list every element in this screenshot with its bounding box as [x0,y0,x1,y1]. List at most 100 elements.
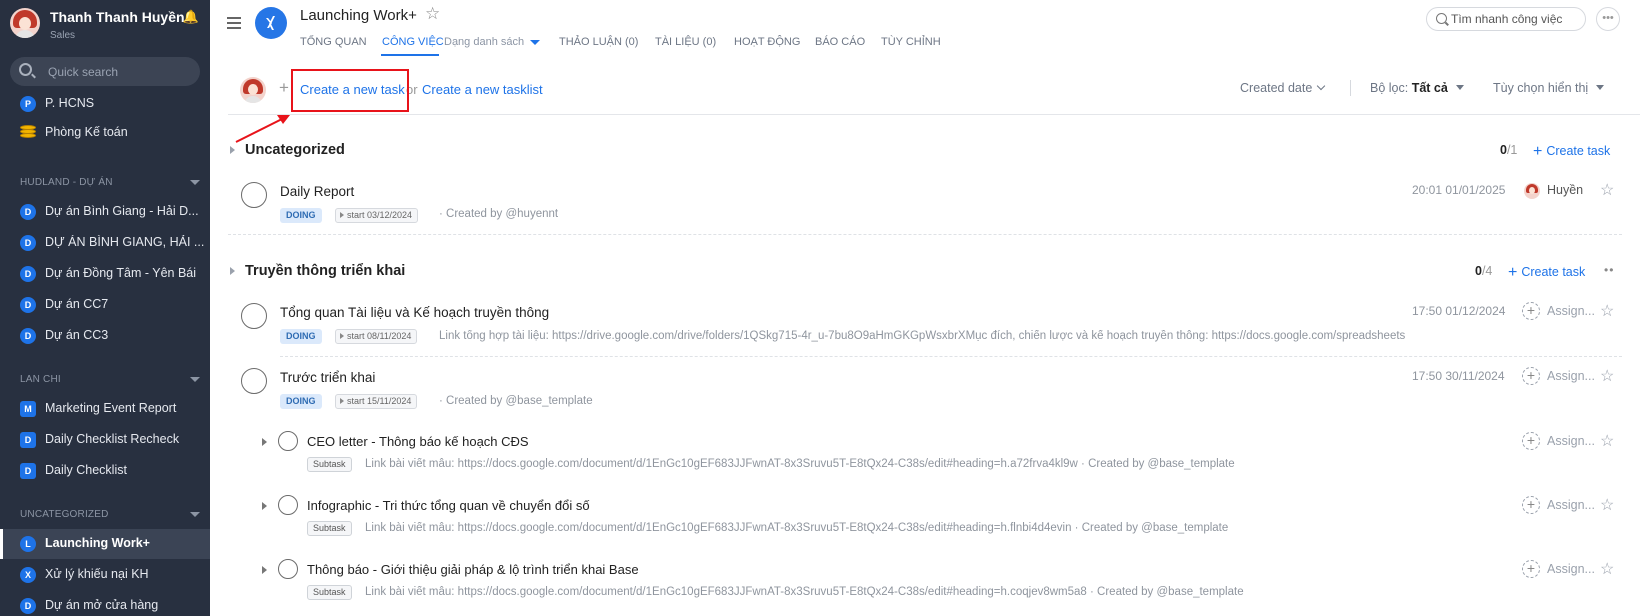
expand-subtask-icon[interactable] [262,502,267,510]
add-assignee-icon[interactable]: + [1522,367,1540,385]
sidebar-section-uncategorized[interactable]: UNCATEGORIZED [20,509,200,520]
sidebar-item-phong-ke-toan[interactable]: Phòng Kế toán [0,118,210,148]
tab-cong-viec[interactable]: CÔNG VIỆC [382,36,444,48]
sidebar-item-project[interactable]: D Dự án mở cửa hàng [0,591,210,616]
sidebar-item-label: Dự án CC7 [45,297,109,311]
create-task-label: Create task [1546,144,1611,158]
project-badge: D [20,598,36,614]
subtask-complete-checkbox[interactable] [278,495,298,515]
sidebar-item-project[interactable]: D Dự án CC7 [0,290,210,320]
collapse-toggle-icon[interactable] [230,146,235,154]
chevron-down-icon[interactable] [190,377,200,382]
expand-subtask-icon[interactable] [262,438,267,446]
caret-right-icon [340,212,344,218]
tab-bao-cao[interactable]: BÁO CÁO [815,36,865,48]
add-assignee-icon[interactable]: + [1522,432,1540,450]
sidebar-item-project[interactable]: D Dự án Bình Giang - Hải D... [0,197,210,227]
sidebar-item-project[interactable]: D Dự án Đồng Tâm - Yên Bái [0,259,210,289]
sidebar-item-launching-work[interactable]: L Launching Work+ [0,529,210,559]
add-assignee-icon[interactable]: + [1522,560,1540,578]
add-assignee-icon[interactable]: + [1522,496,1540,514]
sidebar-item-project[interactable]: D DỰ ÁN BÌNH GIANG, HẢI ... [0,228,210,258]
star-icon[interactable]: ☆ [1600,366,1614,386]
star-icon[interactable]: ☆ [1600,301,1614,321]
active-tab-indicator [381,54,439,56]
tab-view-mode[interactable]: Dạng danh sách [444,36,524,48]
group-title[interactable]: Truyền thông triển khai [245,263,405,279]
task-title[interactable]: Trước triển khai [280,370,375,385]
coins-icon [20,125,36,139]
tab-thao-luan[interactable]: THẢO LUẬN (0) [559,36,638,48]
divider [280,356,1622,357]
sidebar-item-label: Launching Work+ [45,536,150,550]
subtask-complete-checkbox[interactable] [278,431,298,451]
total-count: /1 [1506,143,1518,157]
avatar[interactable] [10,8,40,38]
task-complete-checkbox[interactable] [241,303,267,329]
sort-dropdown[interactable]: Created date [1240,81,1326,95]
task-title[interactable]: Tổng quan Tài liệu và Kế hoạch truyền th… [280,305,549,320]
avatar [240,77,266,103]
star-icon[interactable]: ☆ [1600,431,1614,451]
assign-label[interactable]: Assign... [1547,369,1595,383]
start-date: start 08/11/2024 [347,331,412,341]
subtask-complete-checkbox[interactable] [278,559,298,579]
task-search-input[interactable] [1451,11,1581,27]
task-search[interactable] [1426,7,1586,31]
sidebar-item-project[interactable]: D Daily Checklist [0,456,210,486]
sidebar-item-project[interactable]: X Xử lý khiếu nại KH [0,560,210,590]
tab-tong-quan[interactable]: TỔNG QUAN [300,36,367,48]
assign-label[interactable]: Assign... [1547,562,1595,576]
quick-search[interactable] [10,57,200,86]
menu-icon[interactable] [227,17,241,29]
group-title[interactable]: Uncategorized [245,142,345,158]
assignee-avatar[interactable] [1524,183,1540,199]
assign-label[interactable]: Assign... [1547,304,1595,318]
create-tasklist-link[interactable]: Create a new tasklist [422,82,543,97]
user-role: Sales [50,30,76,41]
add-assignee-icon[interactable]: + [1522,302,1540,320]
chevron-down-icon[interactable] [190,180,200,185]
create-task-button[interactable]: + Create task [1508,263,1585,281]
star-icon[interactable]: ☆ [1600,495,1614,515]
sidebar-section-hudland[interactable]: HUDLAND - DỰ ÁN [20,177,200,188]
star-icon[interactable]: ☆ [1600,559,1614,579]
assign-label[interactable]: Assign... [1547,498,1595,512]
subtask-title[interactable]: Infographic - Tri thức tổng quan về chuy… [307,498,590,513]
more-icon[interactable]: •• [1604,263,1614,277]
tab-tuy-chinh[interactable]: TÙY CHỈNH [881,36,941,48]
filter-dropdown[interactable]: Bộ lọc: Tất cả [1370,81,1464,95]
quick-search-input[interactable] [48,63,188,80]
tab-tai-lieu[interactable]: TÀI LIỆU (0) [655,36,716,48]
create-task-button[interactable]: + Create task [1533,142,1610,160]
task-complete-checkbox[interactable] [241,368,267,394]
sidebar-item-project[interactable]: M Marketing Event Report [0,394,210,424]
subtask-title[interactable]: CEO letter - Thông báo kế hoạch CĐS [307,434,529,449]
assign-label[interactable]: Assign... [1547,434,1595,448]
caret-right-icon [340,398,344,404]
task-title[interactable]: Daily Report [280,184,354,199]
plus-icon: + [1508,264,1518,281]
star-icon[interactable]: ☆ [1600,180,1614,200]
sidebar-section-lan-chi[interactable]: LAN CHI [20,374,200,385]
sidebar-item-project[interactable]: D Daily Checklist Recheck [0,425,210,455]
chevron-down-icon[interactable] [190,512,200,517]
user-profile[interactable]: Thanh Thanh Huyền Sales 🔔 [10,8,205,46]
sidebar-item-project[interactable]: D Dự án CC3 [0,321,210,351]
project-title: Launching Work+ [300,7,417,24]
collapse-toggle-icon[interactable] [230,267,235,275]
more-options-button[interactable]: ••• [1596,7,1620,31]
status-badge: DOING [280,394,322,409]
bell-icon[interactable]: 🔔 [183,9,199,25]
task-complete-checkbox[interactable] [241,182,267,208]
expand-subtask-icon[interactable] [262,566,267,574]
subtask-title[interactable]: Thông báo - Giới thiệu giải pháp & lộ tr… [307,562,639,577]
assignee-name[interactable]: Huyền [1547,183,1583,197]
star-icon[interactable]: ☆ [425,4,440,24]
task-description: Link tổng hợp tài liệu: https://drive.go… [439,330,1406,342]
display-options-dropdown[interactable]: Tùy chọn hiển thị [1493,81,1605,95]
sidebar-item-p-hcns[interactable]: P P. HCNS [0,89,210,119]
plus-icon[interactable]: + [279,78,289,98]
tab-hoat-dong[interactable]: HOẠT ĐỘNG [734,36,800,48]
chevron-down-icon[interactable] [530,40,540,45]
